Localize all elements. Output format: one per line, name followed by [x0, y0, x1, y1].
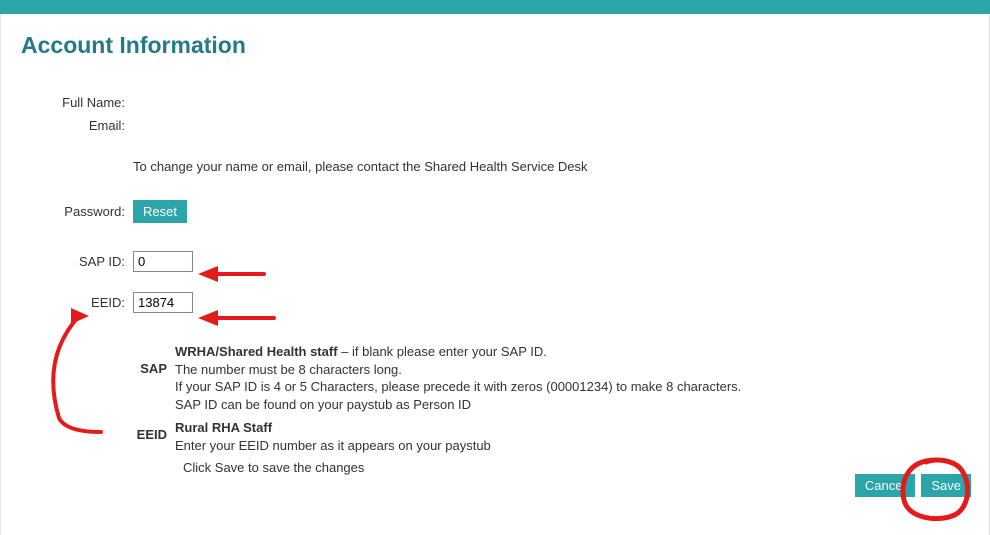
- sap-help-line4: SAP ID can be found on your paystub as P…: [175, 397, 471, 412]
- sap-help-text: WRHA/Shared Health staff – if blank plea…: [175, 343, 741, 413]
- save-button[interactable]: Save: [921, 474, 971, 497]
- button-bar: Cancel Save: [855, 474, 971, 497]
- curve-annotation-eeid-icon: [31, 308, 141, 438]
- sap-help-title: WRHA/Shared Health staff: [175, 344, 338, 359]
- top-bar: [0, 0, 990, 14]
- eeid-input[interactable]: [133, 292, 193, 313]
- email-label: Email:: [21, 118, 133, 133]
- sap-help-line3: If your SAP ID is 4 or 5 Characters, ple…: [175, 379, 741, 394]
- sap-id-label: SAP ID:: [21, 254, 133, 269]
- reset-button[interactable]: Reset: [133, 200, 187, 223]
- eeid-row: EEID:: [21, 292, 969, 313]
- eeid-help-line1: Enter your EEID number as it appears on …: [175, 438, 491, 453]
- help-block: SAP WRHA/Shared Health staff – if blank …: [133, 343, 969, 475]
- eeid-help-title: Rural RHA Staff: [175, 420, 272, 435]
- sap-id-row: SAP ID:: [21, 251, 969, 272]
- eeid-help-row: EEID Rural RHA Staff Enter your EEID num…: [133, 419, 969, 454]
- cancel-button[interactable]: Cancel: [855, 474, 915, 497]
- eeid-label: EEID:: [21, 295, 133, 310]
- main-content: Account Information Full Name: Email: To…: [0, 14, 990, 535]
- sap-help-row: SAP WRHA/Shared Health staff – if blank …: [133, 343, 969, 413]
- sap-id-input[interactable]: [133, 251, 193, 272]
- sap-help-line1: – if blank please enter your SAP ID.: [338, 344, 547, 359]
- sap-help-key: SAP: [133, 343, 175, 376]
- full-name-label: Full Name:: [21, 95, 133, 110]
- email-row: Email:: [21, 118, 969, 133]
- save-note: Click Save to save the changes: [183, 460, 969, 475]
- save-note-suffix: to save the changes: [244, 460, 364, 475]
- password-row: Password: Reset: [21, 200, 969, 223]
- page-title: Account Information: [21, 32, 969, 59]
- contact-note: To change your name or email, please con…: [133, 159, 969, 174]
- save-note-bold: Save: [215, 460, 245, 475]
- full-name-row: Full Name:: [21, 95, 969, 110]
- eeid-help-text: Rural RHA Staff Enter your EEID number a…: [175, 419, 491, 454]
- password-label: Password:: [21, 204, 133, 219]
- save-note-prefix: Click: [183, 460, 215, 475]
- sap-help-line2: The number must be 8 characters long.: [175, 362, 402, 377]
- eeid-help-key: EEID: [133, 419, 175, 442]
